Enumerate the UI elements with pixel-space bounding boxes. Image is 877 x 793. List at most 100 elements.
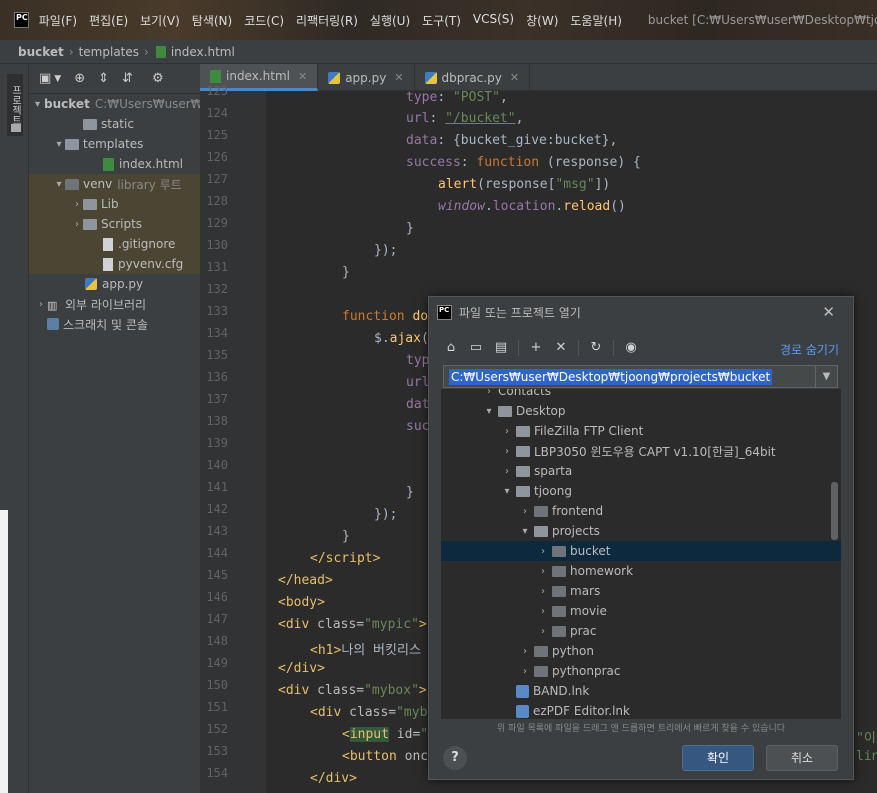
code-line: function do — [342, 309, 429, 324]
show-hidden-icon[interactable]: ◉ — [623, 340, 639, 356]
project-tree-item[interactable]: pyvenv.cfg — [29, 254, 200, 274]
file-tree-item[interactable]: › python — [441, 641, 841, 661]
project-tree-item[interactable]: ▾bucketC:₩Users₩user₩Desktop₩tjoong₩proj… — [29, 94, 414, 114]
file-tree-item[interactable]: BAND.lnk — [441, 681, 841, 701]
breadcrumb-folder[interactable]: templates — [79, 45, 139, 59]
breadcrumb-file[interactable]: index.html — [171, 45, 235, 59]
chevron-down-icon[interactable]: ▾ — [53, 139, 65, 150]
chevron-right-icon[interactable]: › — [519, 646, 531, 657]
chevron-right-icon[interactable]: › — [483, 389, 495, 397]
project-tree-item[interactable]: .gitignore — [29, 234, 200, 254]
new-folder-icon[interactable]: + — [528, 340, 544, 356]
menu-item[interactable]: 리팩터링(R) — [296, 12, 358, 29]
project-tree-item[interactable]: ▾ templates — [29, 134, 200, 154]
menu-item[interactable]: 실행(U) — [370, 12, 410, 29]
project-tree-item[interactable]: 스크래치 및 콘솔 — [29, 314, 200, 334]
menu-item[interactable]: 편집(E) — [89, 12, 128, 29]
file-tree-item[interactable]: ▾ Desktop — [441, 401, 841, 421]
code-line: $.ajax( — [374, 331, 429, 346]
close-icon[interactable]: ✕ — [822, 303, 835, 321]
path-input[interactable]: C:₩Users₩user₩Desktop₩tjoong₩projects₩bu… — [443, 365, 838, 388]
editor-tab[interactable]: dbprac.py ✕ — [415, 64, 531, 91]
file-tree-item[interactable]: › FileZilla FTP Client — [441, 421, 841, 441]
menu-item[interactable]: 파일(F) — [39, 12, 77, 29]
help-button[interactable]: ? — [443, 746, 467, 770]
chevron-right-icon[interactable]: › — [501, 466, 513, 477]
tree-item-label: Lib — [101, 197, 119, 211]
file-tree-label: Desktop — [516, 404, 566, 418]
file-tree-item[interactable]: › frontend — [441, 501, 841, 521]
file-tree-item[interactable]: ▾ tjoong — [441, 481, 841, 501]
file-tree-item[interactable]: › sparta — [441, 461, 841, 481]
chevron-right-icon[interactable]: › — [71, 199, 83, 210]
menu-item[interactable]: 보기(V) — [140, 12, 180, 29]
file-tree-item[interactable]: › bucket — [441, 541, 841, 561]
file-tree-label: Contacts — [498, 389, 551, 398]
close-tab-icon[interactable]: ✕ — [298, 70, 307, 83]
menu-item[interactable]: 탐색(N) — [192, 12, 232, 29]
delete-icon[interactable]: ✕ — [553, 340, 569, 356]
file-tree-item[interactable]: › LBP3050 윈도우용 CAPT v1.10[한글]_64bit — [441, 441, 841, 461]
chevron-right-icon[interactable]: › — [537, 566, 549, 577]
menu-item[interactable]: 도움말(H) — [570, 12, 622, 29]
file-tree-label: python — [552, 644, 594, 658]
chevron-right-icon[interactable]: › — [35, 299, 47, 310]
file-tree-item[interactable]: › pythonprac — [441, 661, 841, 681]
line-number: 126 — [206, 150, 228, 164]
chevron-right-icon[interactable]: › — [71, 219, 83, 230]
file-tree-item[interactable]: ezPDF Editor.lnk — [441, 701, 841, 719]
project-tree-item[interactable]: static — [29, 114, 200, 134]
chevron-down-icon[interactable]: ▾ — [519, 526, 531, 537]
file-tree-item[interactable]: ▾ projects — [441, 521, 841, 541]
locate-icon[interactable]: ⊕ — [74, 71, 85, 86]
cancel-button[interactable]: 취소 — [766, 745, 838, 771]
ok-button[interactable]: 확인 — [682, 745, 754, 771]
editor-tab[interactable]: app.py ✕ — [318, 64, 415, 91]
file-tree-item[interactable]: › homework — [441, 561, 841, 581]
file-tree-item[interactable]: › prac — [441, 621, 841, 641]
file-tree-item[interactable]: › Contacts — [441, 389, 841, 401]
chevron-down-icon[interactable]: ▼ — [815, 366, 837, 387]
project-tree-item[interactable]: app.py — [29, 274, 200, 294]
refresh-icon[interactable]: ↻ — [588, 340, 604, 356]
expand-all-icon[interactable]: ⇕ — [98, 71, 109, 86]
chevron-down-icon[interactable]: ▼ — [54, 74, 61, 84]
chevron-down-icon[interactable]: ▾ — [53, 179, 65, 190]
desktop-icon[interactable]: ▭ — [468, 340, 484, 356]
file-tree-label: homework — [570, 564, 634, 578]
chevron-down-icon[interactable]: ▾ — [483, 406, 495, 417]
home-icon[interactable]: ⌂ — [443, 340, 459, 356]
close-tab-icon[interactable]: ✕ — [394, 71, 403, 84]
folder-icon — [552, 585, 566, 597]
chevron-right-icon[interactable]: › — [501, 446, 513, 457]
tree-scrollbar[interactable] — [831, 482, 838, 540]
project-tree-item[interactable]: › Scripts — [29, 214, 200, 234]
collapse-all-icon[interactable]: ⇵ — [122, 71, 133, 86]
gear-icon[interactable]: ⚙ — [152, 71, 164, 86]
project-tree-item[interactable]: › Lib — [29, 194, 200, 214]
project-tree-item[interactable]: ▾ venv library 루트 — [29, 174, 200, 194]
chevron-right-icon[interactable]: › — [519, 666, 531, 677]
menu-item[interactable]: 창(W) — [526, 12, 558, 29]
menu-item[interactable]: VCS(S) — [473, 12, 514, 29]
chevron-down-icon[interactable]: ▾ — [501, 486, 513, 497]
breadcrumb-project[interactable]: bucket — [18, 45, 64, 59]
hide-path-link[interactable]: 경로 숨기기 — [780, 341, 839, 358]
chevron-right-icon[interactable]: › — [501, 426, 513, 437]
chevron-down-icon[interactable]: ▾ — [35, 99, 40, 110]
file-tree-item[interactable]: › mars — [441, 581, 841, 601]
chevron-right-icon[interactable]: › — [537, 626, 549, 637]
menu-item[interactable]: 코드(C) — [244, 12, 284, 29]
chevron-right-icon[interactable]: › — [537, 586, 549, 597]
project-tree-item[interactable]: index.html — [29, 154, 200, 174]
view-mode-icon[interactable]: ▣ — [39, 71, 51, 86]
file-tree-item[interactable]: › movie — [441, 601, 841, 621]
chevron-right-icon[interactable]: › — [537, 546, 549, 557]
chevron-right-icon[interactable]: › — [537, 606, 549, 617]
chevron-right-icon[interactable]: › — [519, 506, 531, 517]
close-tab-icon[interactable]: ✕ — [510, 71, 519, 84]
project-folder-icon[interactable]: ▤ — [493, 340, 509, 356]
project-tree-item[interactable]: › ▥ 외부 라이브러리 — [29, 294, 200, 314]
menu-item[interactable]: 도구(T) — [422, 12, 461, 29]
line-number: 135 — [206, 348, 228, 362]
